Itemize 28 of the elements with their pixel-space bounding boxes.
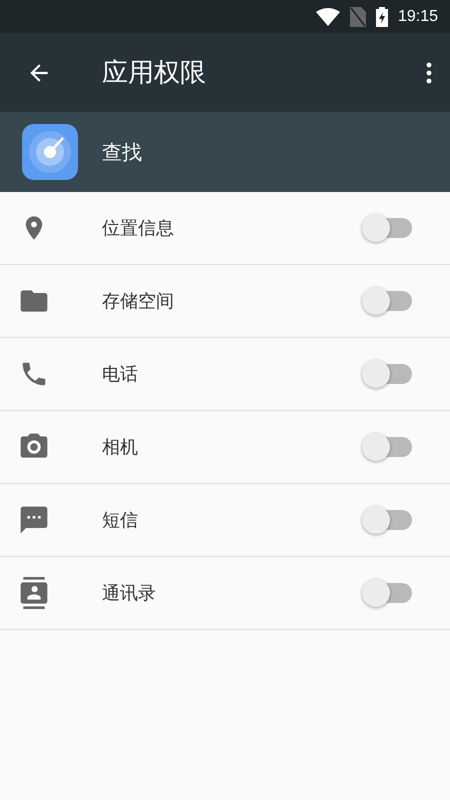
toggle-switch[interactable] xyxy=(362,287,412,315)
permission-row[interactable]: 位置信息 xyxy=(0,192,450,265)
toggle-switch[interactable] xyxy=(362,433,412,461)
toggle-switch[interactable] xyxy=(362,506,412,534)
permission-row[interactable]: 电话 xyxy=(0,338,450,411)
toggle-switch[interactable] xyxy=(362,214,412,242)
screen-title: 应用权限 xyxy=(102,57,206,90)
contacts-icon xyxy=(18,577,50,609)
app-name: 查找 xyxy=(102,138,142,166)
permission-label: 存储空间 xyxy=(102,290,174,313)
radar-app-icon xyxy=(22,124,78,180)
toggle-switch[interactable] xyxy=(362,360,412,388)
more-icon xyxy=(426,60,432,84)
permission-row[interactable]: 相机 xyxy=(0,411,450,484)
permission-label: 位置信息 xyxy=(102,217,174,240)
permission-label: 短信 xyxy=(102,509,138,532)
no-sim-icon xyxy=(350,6,366,26)
permission-label: 电话 xyxy=(102,363,138,386)
permission-label: 通讯录 xyxy=(102,582,156,605)
battery-charging-icon xyxy=(376,6,388,26)
message-icon xyxy=(18,504,50,536)
permission-row[interactable]: 通讯录 xyxy=(0,557,450,630)
permission-row[interactable]: 短信 xyxy=(0,484,450,557)
permission-row[interactable]: 存储空间 xyxy=(0,265,450,338)
toggle-switch[interactable] xyxy=(362,579,412,607)
wifi-icon xyxy=(316,8,340,26)
clock-time: 19:15 xyxy=(398,8,438,26)
permission-label: 相机 xyxy=(102,436,138,459)
